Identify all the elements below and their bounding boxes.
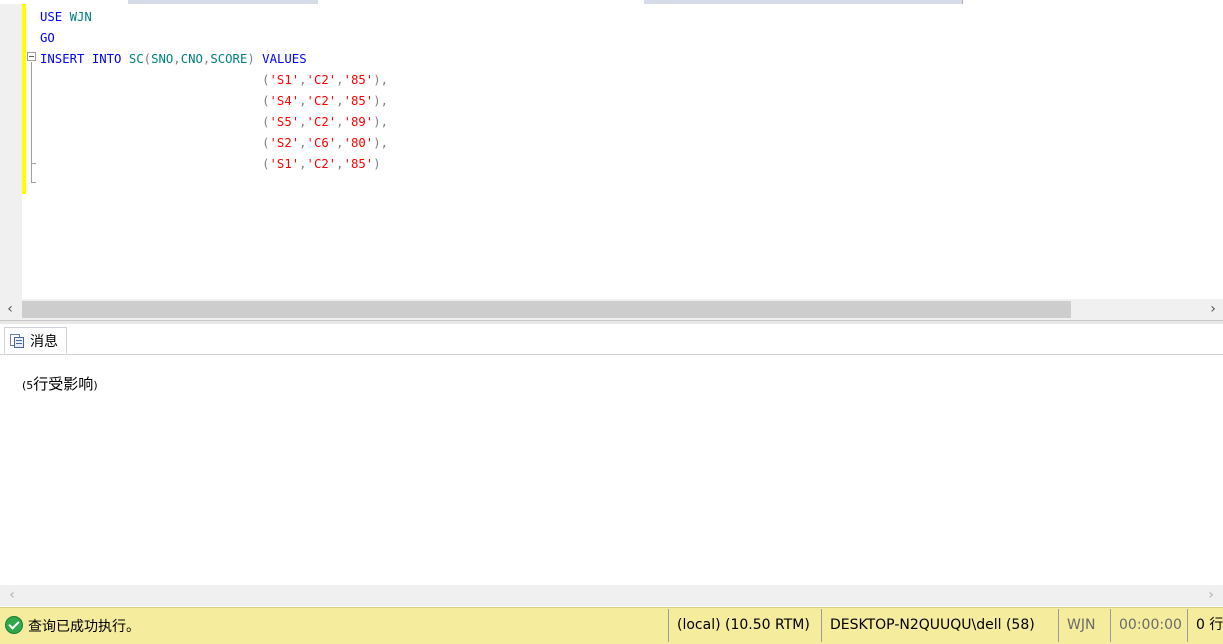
status-message: 查询已成功执行。 [28, 619, 140, 635]
code-line[interactable]: ('S1','C2','85'), [40, 70, 388, 91]
code-token: , [336, 73, 344, 87]
scroll-right-arrow-icon[interactable]: › [1205, 301, 1221, 318]
collapse-icon[interactable] [27, 52, 36, 61]
message-body: 行受影响 [33, 375, 94, 393]
messages-horizontal-scrollbar[interactable]: ‹ › [0, 585, 1223, 606]
code-token: '80' [343, 136, 374, 150]
code-token: SCORE [210, 52, 248, 66]
code-token: VALUES [262, 52, 307, 66]
messages-pane: ( 5 行受影响 ) [0, 355, 1223, 585]
code-token: 'C2' [306, 73, 337, 87]
code-token: ) [247, 52, 263, 66]
code-line[interactable]: GO [40, 28, 55, 49]
code-line[interactable]: ('S1','C2','85') [40, 154, 381, 175]
code-token: 'S1' [269, 73, 300, 87]
outline-end-tick [31, 182, 36, 183]
code-token: , [336, 136, 344, 150]
code-token: 'S5' [269, 115, 300, 129]
code-token: '85' [343, 94, 374, 108]
code-token: ) [373, 157, 381, 171]
code-token: , [299, 115, 307, 129]
code-token: '89' [343, 115, 374, 129]
code-token: ( [143, 52, 152, 66]
code-token: ), [373, 94, 389, 108]
code-token: 'C2' [306, 115, 337, 129]
code-token: , [173, 52, 181, 66]
outline-margin [27, 4, 39, 294]
code-line[interactable]: USE WJN [40, 7, 92, 28]
scroll-left-arrow-icon[interactable]: ‹ [4, 587, 20, 604]
code-token: ), [373, 115, 389, 129]
code-token: ( [40, 94, 270, 108]
query-editor[interactable]: USE WJN GO INSERT INTO SC(SNO,CNO,SCORE) V… [0, 4, 1223, 299]
code-token: INSERT [40, 52, 85, 66]
status-rows: 0 行 [1187, 609, 1223, 642]
editor-horizontal-scrollbar[interactable]: ‹ › [0, 299, 1223, 320]
code-token: SC [121, 52, 144, 66]
code-token: 'C2' [306, 94, 337, 108]
code-token: WJN [69, 10, 92, 24]
code-token: , [336, 157, 344, 171]
scroll-right-arrow-icon[interactable]: › [1203, 587, 1219, 604]
rows-affected-message: ( 5 行受影响 ) [22, 373, 98, 394]
tab-messages-label: 消息 [30, 333, 58, 350]
status-elapsed: 00:00:00 [1110, 609, 1182, 642]
message-close-paren: ) [93, 379, 98, 392]
code-token: USE [40, 10, 63, 24]
code-line[interactable]: INSERT INTO SC(SNO,CNO,SCORE) VALUES [40, 49, 307, 70]
code-token: ( [40, 136, 270, 150]
code-token: CNO [180, 52, 203, 66]
editor-gutter [0, 4, 22, 299]
code-token: 'S2' [269, 136, 300, 150]
code-token: ( [40, 157, 270, 171]
code-token: '85' [343, 73, 374, 87]
tab-messages[interactable]: 消息 [4, 327, 67, 354]
code-token: ), [373, 73, 389, 87]
code-token: , [299, 136, 307, 150]
code-token: INTO [91, 52, 122, 66]
success-check-icon [5, 616, 23, 634]
code-token: '85' [343, 157, 374, 171]
status-database: WJN [1058, 609, 1095, 642]
code-token: , [299, 73, 307, 87]
scrollbar-thumb[interactable] [22, 301, 1071, 318]
query-status-bar: 查询已成功执行。 (local) (10.50 RTM) DESKTOP-N2Q… [0, 607, 1223, 644]
code-token: 'S4' [269, 94, 300, 108]
code-token: , [299, 157, 307, 171]
message-row-count: 5 [26, 379, 34, 392]
status-server: (local) (10.50 RTM) [668, 609, 810, 642]
change-tracking-bar [22, 4, 26, 194]
code-token: 'C2' [306, 157, 337, 171]
code-token: GO [40, 31, 55, 45]
code-token: , [336, 94, 344, 108]
code-line[interactable]: ('S5','C2','89'), [40, 112, 388, 133]
code-line[interactable]: ('S4','C2','85'), [40, 91, 388, 112]
code-token: , [299, 94, 307, 108]
code-token: ), [373, 136, 389, 150]
results-tab-strip: 消息 [0, 324, 1223, 355]
code-token: 'S1' [269, 157, 300, 171]
code-token: 'C6' [306, 136, 337, 150]
code-line[interactable]: ('S2','C6','80'), [40, 133, 388, 154]
status-connection: DESKTOP-N2QUUQU\dell (58) [821, 609, 1035, 642]
messages-doc-icon [9, 333, 25, 349]
outline-line [31, 62, 32, 182]
code-token: SNO [151, 52, 174, 66]
outline-tick [31, 163, 36, 164]
code-token: ( [40, 73, 270, 87]
scroll-left-arrow-icon[interactable]: ‹ [2, 301, 18, 318]
code-token: , [336, 115, 344, 129]
code-token: ( [40, 115, 270, 129]
